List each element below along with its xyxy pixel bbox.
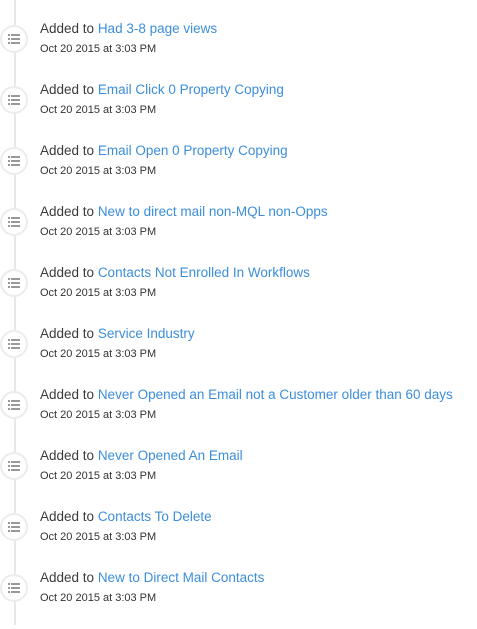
event-prefix: Added to <box>40 448 95 463</box>
list-icon <box>0 86 28 114</box>
list-name-link[interactable]: Contacts To Delete <box>98 509 212 524</box>
list-name-link[interactable]: New to Direct Mail Contacts <box>98 570 265 585</box>
event-timestamp: Oct 20 2015 at 3:03 PM <box>40 287 157 299</box>
timeline-event: Added to Email Open 0 Property Copying O… <box>0 141 477 202</box>
list-icon <box>0 269 28 297</box>
list-name-link[interactable]: Had 3-8 page views <box>98 21 217 36</box>
list-name-link[interactable]: Email Open 0 Property Copying <box>98 143 288 158</box>
list-icon <box>0 574 28 602</box>
list-icon <box>0 330 28 358</box>
event-timestamp: Oct 20 2015 at 3:03 PM <box>40 470 157 482</box>
list-icon <box>0 452 28 480</box>
timeline-event: Added to Never Opened An Email Oct 20 20… <box>0 446 477 507</box>
event-headline: Added to Never Opened an Email not a Cus… <box>40 386 453 404</box>
timeline-event: Added to New to Direct Mail Contacts Oct… <box>0 568 477 629</box>
list-name-link[interactable]: Service Industry <box>98 326 195 341</box>
event-prefix: Added to <box>40 82 95 97</box>
event-prefix: Added to <box>40 204 95 219</box>
event-timestamp: Oct 20 2015 at 3:03 PM <box>40 531 157 543</box>
timeline-event: Added to Had 3-8 page views Oct 20 2015 … <box>0 19 477 80</box>
event-timestamp: Oct 20 2015 at 3:03 PM <box>40 409 157 421</box>
list-icon <box>0 147 28 175</box>
event-timestamp: Oct 20 2015 at 3:03 PM <box>40 348 157 360</box>
event-prefix: Added to <box>40 143 95 158</box>
list-name-link[interactable]: Never Opened an Email not a Customer old… <box>98 387 453 402</box>
event-prefix: Added to <box>40 387 95 402</box>
event-headline: Added to Contacts Not Enrolled In Workfl… <box>40 264 310 282</box>
event-headline: Added to Service Industry <box>40 325 195 343</box>
list-icon <box>0 391 28 419</box>
event-headline: Added to Email Click 0 Property Copying <box>40 81 284 99</box>
list-name-link[interactable]: Contacts Not Enrolled In Workflows <box>98 265 310 280</box>
event-prefix: Added to <box>40 265 95 280</box>
event-timestamp: Oct 20 2015 at 3:03 PM <box>40 43 157 55</box>
timeline-event: Added to Service Industry Oct 20 2015 at… <box>0 324 477 385</box>
list-name-link[interactable]: Email Click 0 Property Copying <box>98 82 284 97</box>
list-icon <box>0 513 28 541</box>
timeline-event: Added to New to direct mail non-MQL non-… <box>0 202 477 263</box>
event-prefix: Added to <box>40 326 95 341</box>
timeline-event: Added to Email Click 0 Property Copying … <box>0 80 477 141</box>
event-prefix: Added to <box>40 509 95 524</box>
event-headline: Added to New to Direct Mail Contacts <box>40 569 264 587</box>
event-headline: Added to Email Open 0 Property Copying <box>40 142 288 160</box>
event-timestamp: Oct 20 2015 at 3:03 PM <box>40 165 157 177</box>
activity-timeline: Added to Had 3-8 page views Oct 20 2015 … <box>0 0 477 625</box>
timeline-event: Added to Contacts Not Enrolled In Workfl… <box>0 263 477 324</box>
list-name-link[interactable]: Never Opened An Email <box>98 448 243 463</box>
event-timestamp: Oct 20 2015 at 3:03 PM <box>40 104 157 116</box>
list-icon <box>0 208 28 236</box>
event-headline: Added to Had 3-8 page views <box>40 20 217 38</box>
list-icon <box>0 25 28 53</box>
event-prefix: Added to <box>40 21 95 36</box>
event-headline: Added to Never Opened An Email <box>40 447 243 465</box>
event-headline: Added to Contacts To Delete <box>40 508 212 526</box>
timeline-event: Added to Never Opened an Email not a Cus… <box>0 385 477 446</box>
event-headline: Added to New to direct mail non-MQL non-… <box>40 203 328 221</box>
event-timestamp: Oct 20 2015 at 3:03 PM <box>40 592 157 604</box>
timeline-event: Added to Contacts To Delete Oct 20 2015 … <box>0 507 477 568</box>
event-timestamp: Oct 20 2015 at 3:03 PM <box>40 226 157 238</box>
event-prefix: Added to <box>40 570 95 585</box>
list-name-link[interactable]: New to direct mail non-MQL non-Opps <box>98 204 328 219</box>
